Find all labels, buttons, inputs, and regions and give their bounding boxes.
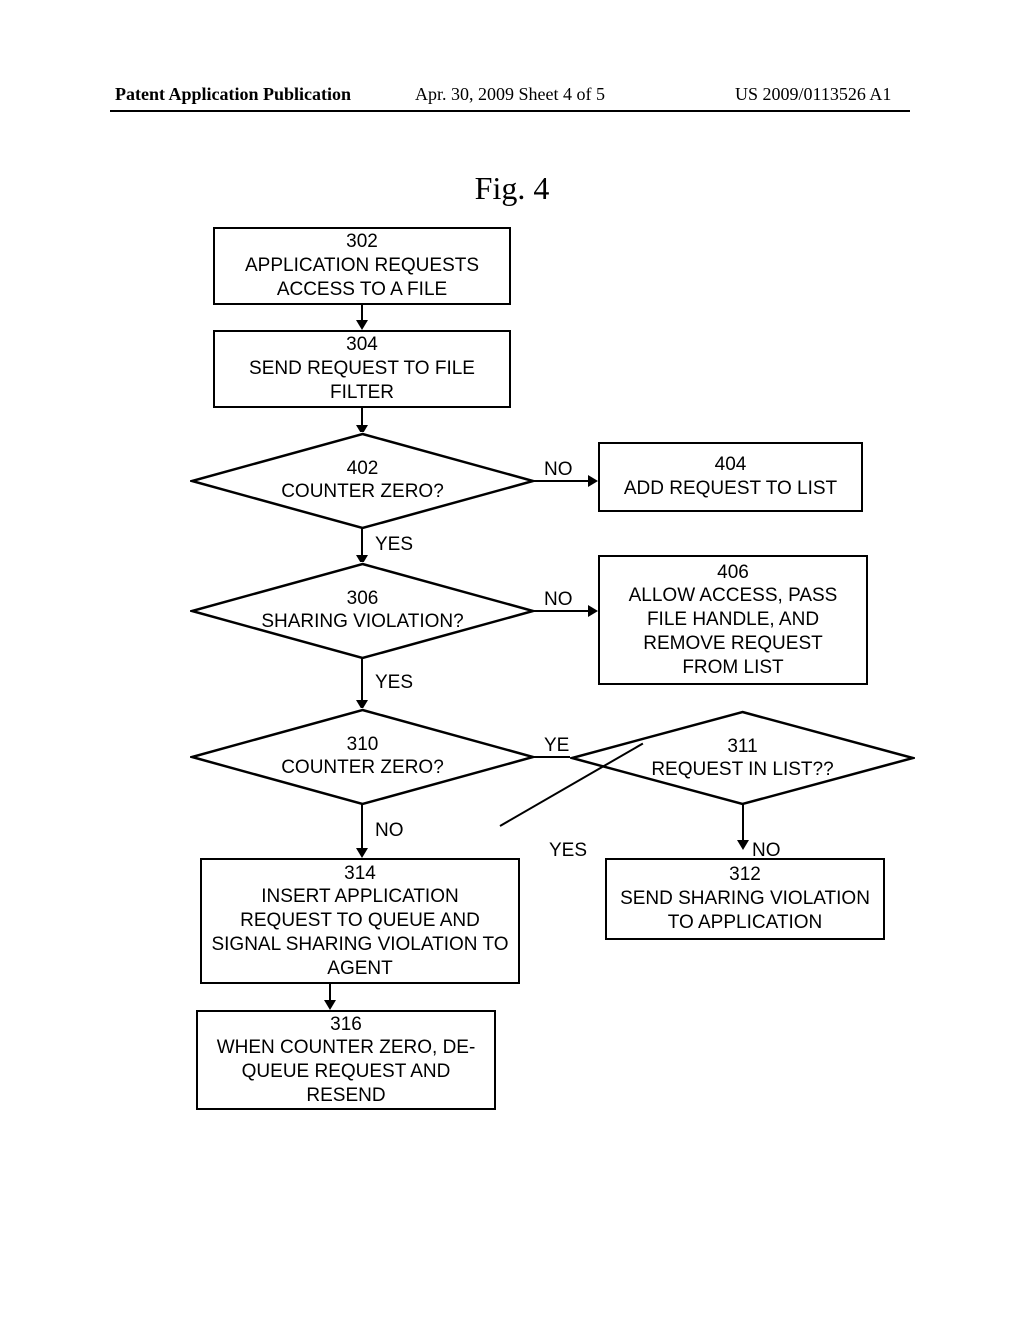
edge-label-no: NO — [544, 459, 573, 481]
node-text: APPLICATION REQUESTS ACCESS TO A FILE — [245, 254, 479, 302]
node-number: 402 — [347, 458, 379, 479]
connector — [742, 804, 744, 844]
node-number: 404 — [715, 453, 747, 477]
arrow-icon — [588, 475, 598, 487]
node-number: 306 — [347, 588, 379, 609]
connector — [533, 480, 593, 482]
process-316: 316 WHEN COUNTER ZERO, DE- QUEUE REQUEST… — [196, 1010, 496, 1110]
connector — [533, 610, 593, 612]
node-text: WHEN COUNTER ZERO, DE- QUEUE REQUEST AND… — [217, 1036, 476, 1107]
node-number: 304 — [346, 333, 378, 357]
arrow-icon — [324, 1000, 336, 1010]
process-304: 304 SEND REQUEST TO FILE FILTER — [213, 330, 511, 408]
node-text: ALLOW ACCESS, PASS FILE HANDLE, AND REMO… — [629, 584, 838, 679]
node-number: 316 — [330, 1013, 362, 1037]
decision-402: 402 COUNTER ZERO? — [190, 432, 535, 530]
decision-311: 311 REQUEST IN LIST?? — [570, 710, 915, 806]
node-text: SEND SHARING VIOLATION TO APPLICATION — [620, 887, 870, 935]
process-312: 312 SEND SHARING VIOLATION TO APPLICATIO… — [605, 858, 885, 940]
node-text: SEND REQUEST TO FILE FILTER — [249, 357, 475, 405]
arrow-icon — [588, 605, 598, 617]
arrow-icon — [356, 320, 368, 330]
edge-label-yes: YES — [375, 534, 413, 556]
process-406: 406 ALLOW ACCESS, PASS FILE HANDLE, AND … — [598, 555, 868, 685]
node-text: REQUEST IN LIST?? — [651, 759, 833, 780]
node-number: 406 — [717, 561, 749, 585]
node-text: INSERT APPLICATION REQUEST TO QUEUE AND … — [211, 885, 508, 980]
edge-label-no: NO — [544, 589, 573, 611]
process-404: 404 ADD REQUEST TO LIST — [598, 442, 863, 512]
process-302: 302 APPLICATION REQUESTS ACCESS TO A FIL… — [213, 227, 511, 305]
node-number: 302 — [346, 230, 378, 254]
header-date-sheet: Apr. 30, 2009 Sheet 4 of 5 — [415, 84, 605, 105]
arrow-icon — [737, 840, 749, 850]
figure-title: Fig. 4 — [0, 170, 1024, 207]
header-patent-number: US 2009/0113526 A1 — [735, 84, 891, 105]
connector — [361, 804, 363, 854]
decision-310: 310 COUNTER ZERO? — [190, 708, 535, 806]
decision-306: 306 SHARING VIOLATION? — [190, 562, 535, 660]
connector — [361, 658, 363, 705]
header-publication: Patent Application Publication — [115, 84, 351, 105]
node-number: 311 — [727, 736, 757, 757]
edge-label-no: NO — [375, 820, 404, 842]
arrow-icon — [356, 848, 368, 858]
edge-label-yes: YES — [549, 840, 587, 862]
node-number: 314 — [344, 862, 376, 886]
process-314: 314 INSERT APPLICATION REQUEST TO QUEUE … — [200, 858, 520, 984]
header-divider — [110, 110, 910, 112]
edge-label-yes: YES — [375, 672, 413, 694]
node-number: 312 — [729, 863, 761, 887]
node-text: COUNTER ZERO? — [281, 757, 444, 778]
node-text: COUNTER ZERO? — [281, 481, 444, 502]
node-text: ADD REQUEST TO LIST — [624, 477, 837, 501]
connector — [361, 528, 363, 558]
node-number: 310 — [347, 734, 379, 755]
node-text: SHARING VIOLATION? — [261, 611, 463, 632]
